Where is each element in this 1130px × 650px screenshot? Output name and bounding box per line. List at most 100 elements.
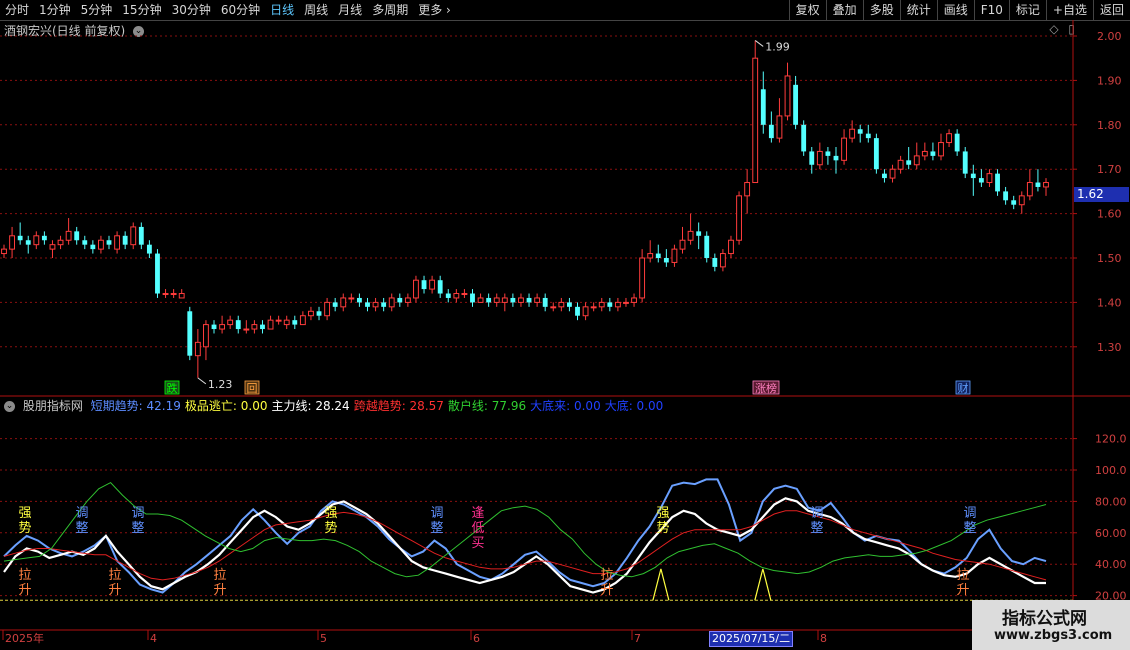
signal-label: 整 [430, 521, 443, 536]
candle-body [122, 235, 128, 245]
chevron-down-icon[interactable]: ⌄ [4, 401, 15, 412]
candle-body [243, 328, 250, 331]
candle-body [332, 302, 338, 307]
indicator-axis-label: 40.00 [1095, 558, 1127, 571]
candle-body [582, 306, 589, 317]
event-marker[interactable]: 财 [958, 381, 969, 395]
candle-body [397, 297, 403, 303]
period-tab-10[interactable]: 更多 › [413, 0, 456, 20]
candle-body [1018, 195, 1025, 206]
toolbar-action-6[interactable]: 标记 [1008, 0, 1046, 20]
toolbar-action-4[interactable]: 画线 [936, 0, 974, 20]
toolbar-action-0[interactable]: 复权 [788, 0, 826, 20]
candle-body [33, 235, 40, 246]
toolbar-action-7[interactable]: +自选 [1045, 0, 1093, 20]
signal-label: 逢 [471, 506, 484, 521]
watermark-url: www.zbgs3.com [994, 628, 1113, 643]
candle-body [348, 297, 355, 300]
candle-body [1035, 182, 1041, 187]
indicator-line-3 [3, 481, 1047, 578]
legend-item-2: 主力线: 28.24 [271, 399, 350, 413]
indicator-line-0 [3, 478, 1047, 594]
toolbar-action-3[interactable]: 统计 [899, 0, 937, 20]
indicator-line-1 [3, 497, 1046, 594]
signal-label: 整 [810, 521, 823, 536]
toolbar-action-5[interactable]: F10 [973, 0, 1009, 20]
legend-items: 短期趋势: 42.19 极品逃亡: 0.00 主力线: 28.24 跨越趋势: 28.… [91, 399, 668, 413]
candle-body [938, 142, 944, 157]
candle-body [138, 226, 144, 245]
candle-body [542, 297, 548, 307]
candle-body [736, 195, 742, 241]
candle-body [17, 235, 23, 241]
legend-item-1: 极品逃亡: 0.00 [184, 399, 268, 413]
candle-body [946, 133, 952, 144]
candle-body [1011, 200, 1017, 205]
period-tab-4[interactable]: 30分钟 [167, 0, 216, 20]
period-tab-7[interactable]: 周线 [299, 0, 333, 20]
candle-body [155, 253, 160, 294]
price-axis-label: 1.90 [1097, 74, 1122, 87]
legend-item-6: 大底: 0.00 [604, 399, 664, 413]
candle-body [704, 235, 710, 258]
candle-body [114, 235, 121, 250]
signal-label: 升 [108, 583, 121, 598]
signal-label: 势 [324, 520, 337, 536]
event-marker[interactable]: 跌 [167, 381, 178, 395]
candle-body [784, 75, 791, 117]
candle-body [49, 244, 56, 250]
candle-body [275, 319, 282, 322]
candle-body [849, 128, 856, 139]
period-tab-2[interactable]: 5分钟 [76, 0, 118, 20]
candle-body [550, 306, 557, 309]
candle-body [873, 138, 879, 170]
date-label: 4 [150, 632, 157, 645]
candle-body [510, 297, 516, 303]
period-tab-3[interactable]: 15分钟 [117, 0, 166, 20]
toolbar-action-1[interactable]: 叠加 [825, 0, 863, 20]
period-tab-6[interactable]: 日线 [265, 0, 299, 20]
candle-body [65, 230, 72, 241]
signal-label: 拉 [213, 568, 226, 583]
period-tab-5[interactable]: 60分钟 [216, 0, 265, 20]
candle-body [365, 302, 370, 307]
candle-body [170, 293, 177, 296]
candle-body [841, 137, 847, 161]
date-label: 5 [320, 632, 327, 645]
indicator-axis-label: 80.00 [1095, 495, 1127, 508]
candle-body [162, 293, 169, 296]
candle-body [882, 173, 887, 179]
candle-body [728, 239, 734, 255]
candle-body [1003, 191, 1009, 201]
candle-body [655, 253, 661, 258]
signal-label: 升 [213, 583, 226, 598]
signal-label: 拉 [108, 568, 121, 583]
event-marker[interactable]: 涨榜 [755, 381, 777, 395]
candle-body [477, 297, 484, 303]
watermark-title: 指标公式网 [1002, 609, 1087, 629]
candle-body [1043, 182, 1049, 188]
event-marker[interactable]: 回 [247, 382, 258, 395]
toolbar-action-2[interactable]: 多股 [862, 0, 900, 20]
period-tab-9[interactable]: 多周期 [367, 0, 413, 20]
period-tab-8[interactable]: 月线 [333, 0, 367, 20]
candle-body [712, 258, 718, 267]
kline-chart[interactable]: 2.00 1.90 1.80 1.70 1.60 1.50 1.40 1.30 120.0 100… [0, 20, 1130, 650]
candle-body [340, 297, 347, 308]
price-axis-label: 1.30 [1097, 341, 1122, 354]
candle-body [429, 279, 436, 290]
toolbar-actions: 复权 叠加 多股 统计 画线 F10 标记 +自选 返回 [788, 0, 1130, 20]
candle-body [372, 301, 379, 308]
candle-body [575, 306, 580, 316]
price-axis-label: 1.60 [1097, 208, 1122, 221]
date-label: 8 [820, 632, 827, 645]
candle-body [9, 235, 16, 250]
date-label: 7 [634, 632, 641, 645]
period-tab-0[interactable]: 分时 [0, 0, 34, 20]
candle-body [308, 310, 314, 317]
candle-body [986, 173, 993, 184]
period-tab-1[interactable]: 1分钟 [34, 0, 76, 20]
highlight-date: 2025/07/15/二 [709, 631, 794, 647]
toolbar-action-8[interactable]: 返回 [1092, 0, 1130, 20]
candle-body [493, 297, 500, 303]
